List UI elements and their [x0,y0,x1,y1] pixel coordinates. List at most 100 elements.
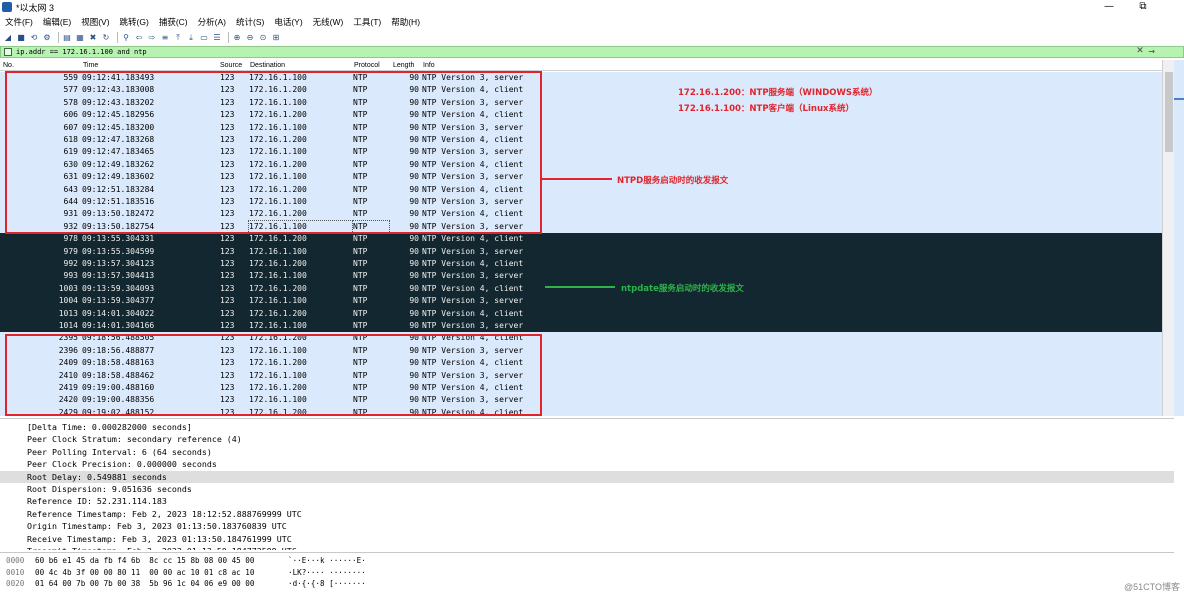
packet-row[interactable]: 1013 09:14:01.304022 123 172.16.1.200 NTP 90 N… [0,307,1162,320]
packet-info: NTP Version 4, client [422,234,524,244]
bookmark-icon[interactable] [4,48,12,56]
packet-details-pane[interactable]: [Delta Time: 0.000282000 seconds] Peer Cl… [0,418,1174,550]
close-file-icon[interactable]: ✖ [88,33,98,43]
menu-telephony[interactable]: 电话(Y) [269,16,307,28]
detail-field[interactable]: Peer Clock Stratum: secondary reference … [0,433,1174,445]
packet-protocol: NTP [353,246,368,256]
packet-row[interactable]: 1004 09:13:59.304377 123 172.16.1.100 NTP 90 N… [0,295,1162,308]
detail-field[interactable]: [Delta Time: 0.000282000 seconds] [0,421,1174,433]
packet-length: 90 [409,308,419,318]
hex-offset: 0010 [6,567,25,577]
packet-row[interactable]: 992 09:13:57.304123 123 172.16.1.200 NTP 90 NT… [0,258,1162,271]
packet-length: 90 [409,259,419,268]
open-folder-icon[interactable]: ▤ [62,33,72,43]
display-filter-input[interactable]: ip.addr == 172.16.1.100 and ntp [16,48,147,56]
first-packet-icon[interactable]: ⤒ [173,33,183,43]
detail-field[interactable]: Peer Clock Precision: 0.000000 seconds [0,458,1174,470]
hex-bytes: 00 4c 4b 3f 00 00 80 11 00 00 ac 10 01 c… [35,567,255,577]
packet-row[interactable]: 993 09:13:57.304413 123 172.16.1.100 NTP 90 NT… [0,270,1162,283]
packet-minimap[interactable] [1174,60,1184,416]
packet-row[interactable]: 1014 09:14:01.304166 123 172.16.1.100 NTP 90 N… [0,320,1162,333]
packet-source: 123 [220,234,235,244]
detail-field[interactable]: Origin Timestamp: Feb 3, 2023 01:13:50.1… [0,520,1174,532]
stop-icon[interactable]: ■ [16,33,26,43]
detail-field[interactable]: Reference Timestamp: Feb 2, 2023 18:12:5… [0,508,1174,520]
packet-destination: 172.16.1.200 [249,259,307,268]
ntpd-highlight-box [5,71,542,234]
packet-row[interactable]: 1003 09:13:59.304093 123 172.16.1.200 NTP 90 N… [0,282,1162,296]
packet-info: NTP Version 4, client [422,283,524,293]
hex-bytes: 01 64 00 7b 00 7b 00 38 5b 96 1c 04 06 e… [35,579,255,588]
column-header-time[interactable]: Time [83,62,98,69]
packet-protocol: NTP [353,271,368,281]
menu-analyze[interactable]: 分析(A) [193,16,231,28]
back-arrow-icon[interactable]: ⇦ [134,33,144,43]
wireshark-app-icon [2,2,12,12]
packet-row[interactable]: 979 09:13:55.304599 123 172.16.1.100 NTP 90 NT… [0,245,1162,258]
menu-file[interactable]: 文件(F) [0,16,38,28]
options-gear-icon[interactable]: ⚙ [42,33,52,43]
packet-bytes-pane[interactable]: 0000 60 b6 e1 45 da fb f4 6b 8c cc 15 8b … [0,552,1174,595]
maximize-button[interactable]: ⧉ [1128,0,1158,14]
restart-icon[interactable]: ⟲ [29,33,39,43]
clear-filter-icon[interactable]: ✕ [1135,47,1145,57]
last-packet-icon[interactable]: ⤓ [186,33,196,43]
menu-statistics[interactable]: 统计(S) [231,16,269,28]
detail-field[interactable]: Receive Timestamp: Feb 3, 2023 01:13:50.… [0,533,1174,545]
zoom-reset-icon[interactable]: ⊙ [258,33,268,43]
packet-time: 09:13:59.304093 [82,283,155,293]
hex-ascii: ·LK?···· ········ [288,567,366,577]
detail-field[interactable]: Transmit Timestamp: Feb 3, 2023 01:13:50… [0,545,1174,550]
zoom-out-icon[interactable]: ⊖ [245,33,255,43]
packet-list-scrollbar[interactable] [1162,60,1174,416]
forward-arrow-icon[interactable]: ⇨ [147,33,157,43]
menu-view[interactable]: 视图(V) [76,16,114,28]
packet-no: 1004 [58,296,78,306]
apply-filter-icon[interactable]: → [1148,47,1155,57]
find-icon[interactable]: ⚲ [121,33,131,43]
main-toolbar: ◢ ■ ⟲ ⚙ ▤ ▦ ✖ ↻ ⚲ ⇦ ⇨ ≡ ⤒ ⤓ ▭ ☰ ⊕ ⊖ ⊙ ⊞ [0,30,1184,45]
detail-field[interactable]: Root Dispersion: 9.051636 seconds [0,483,1174,495]
server-annotation: 172.16.1.200：NTP服务端（WINDOWS系统） [678,88,878,98]
save-icon[interactable]: ▦ [75,33,85,43]
column-header-no[interactable]: No. [3,62,14,69]
menu-capture[interactable]: 捕获(C) [154,16,193,28]
column-header-source[interactable]: Source [220,62,242,69]
column-header-length[interactable]: Length [393,62,414,69]
packet-source: 123 [220,271,235,281]
packet-row[interactable]: 978 09:13:55.304331 123 172.16.1.200 NTP 90 NT… [0,233,1162,246]
window-title: *以太网 3 [16,2,55,13]
detail-field[interactable]: Peer Polling Interval: 6 (64 seconds) [0,446,1174,458]
menu-go[interactable]: 跳转(G) [115,16,154,28]
packet-no: 1013 [58,308,78,318]
packet-destination: 172.16.1.100 [249,296,307,306]
packet-length: 90 [409,271,419,281]
packet-destination: 172.16.1.200 [249,283,307,293]
reload-icon[interactable]: ↻ [101,33,111,43]
zoom-in-icon[interactable]: ⊕ [232,33,242,43]
goto-packet-icon[interactable]: ≡ [160,33,170,43]
menu-wireless[interactable]: 无线(W) [308,16,349,28]
menu-edit[interactable]: 编辑(E) [38,16,76,28]
menu-tools[interactable]: 工具(T) [348,16,386,28]
shark-fin-start-icon[interactable]: ◢ [3,33,13,43]
minimize-button[interactable]: — [1094,0,1124,14]
packet-source: 123 [220,283,235,293]
client-annotation: 172.16.1.100：NTP客户端（Linux系统） [678,104,854,114]
column-header-info[interactable]: Info [423,62,435,69]
packet-time: 09:13:57.304413 [82,271,155,281]
detail-field[interactable]: Root Delay: 0.549881 seconds [0,470,1174,483]
packet-info: NTP Version 4, client [422,308,524,318]
scrollbar-thumb[interactable] [1165,72,1173,152]
detail-field[interactable]: Reference ID: 52.231.114.183 [0,495,1174,507]
display-filter-bar[interactable]: ip.addr == 172.16.1.100 and ntp ✕ → [0,46,1184,58]
column-header-destination[interactable]: Destination [250,62,285,69]
ntpd-pointer-line [542,178,612,180]
packet-source: 123 [220,259,235,268]
autoscroll-icon[interactable]: ▭ [199,33,209,43]
resize-columns-icon[interactable]: ⊞ [271,33,281,43]
column-header-protocol[interactable]: Protocol [354,62,380,69]
packet-source: 123 [220,308,235,318]
colorize-icon[interactable]: ☰ [212,33,222,43]
menu-help[interactable]: 帮助(H) [386,16,425,28]
